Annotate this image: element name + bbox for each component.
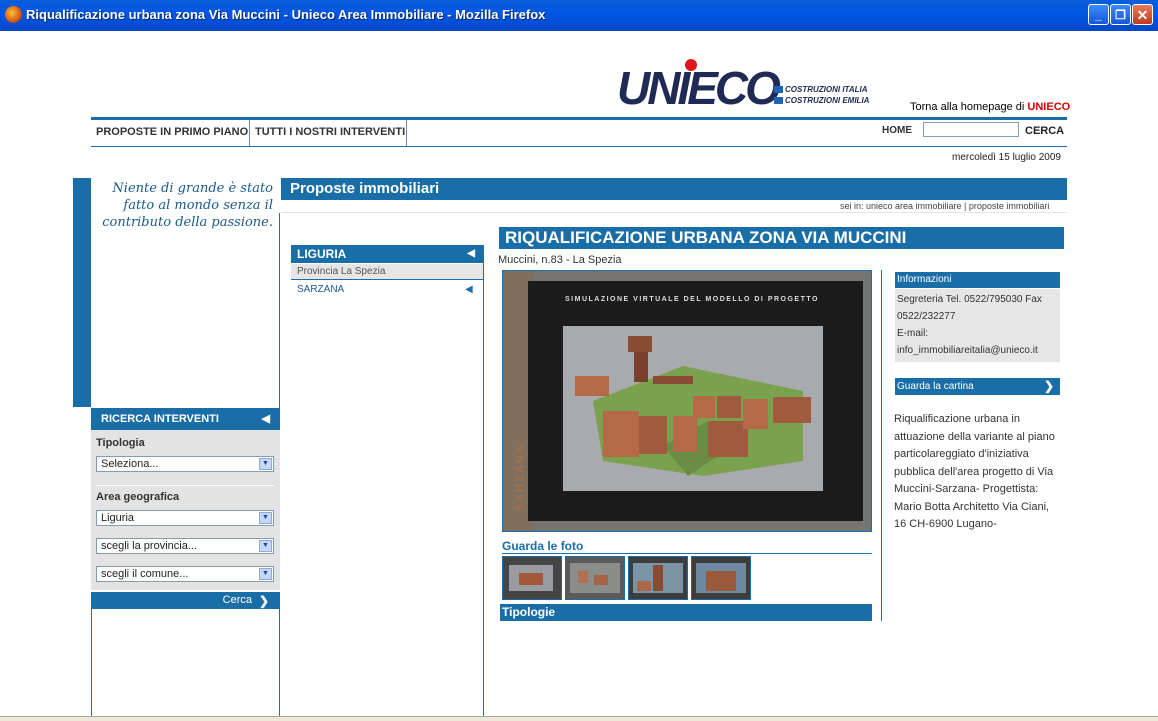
firefox-icon: [5, 6, 22, 23]
map-link-label: Guarda la cartina: [897, 381, 974, 392]
region-select[interactable]: Liguria ▼: [96, 510, 274, 526]
town-link-sarzana[interactable]: SARZANA: [297, 284, 344, 295]
province-label: Provincia La Spezia: [297, 266, 386, 277]
triangle-left-icon: ◀: [261, 413, 270, 425]
nav-top-rule: [91, 117, 1067, 120]
search-input[interactable]: [923, 122, 1019, 137]
rendering-illustration: SIMULAZIONE VIRTUALE DEL MODELLO DI PROG…: [503, 271, 871, 531]
map-link-button[interactable]: Guarda la cartina ❯: [895, 378, 1060, 395]
tipologia-select[interactable]: Seleziona... ▼: [96, 456, 274, 472]
info-email-link[interactable]: info_immobiliareitalia@unieco.it: [897, 342, 1038, 359]
tipologie-header[interactable]: Tipologie: [500, 604, 872, 621]
column-divider: [881, 270, 882, 621]
homepage-link[interactable]: Torna alla homepage di UNIECO: [910, 101, 1070, 113]
search-submit-label: Cerca: [222, 594, 252, 606]
image-side-text: SARZANA: [514, 443, 526, 511]
column-divider: [279, 213, 280, 408]
project-address: Muccini, n.83 - La Spezia: [498, 254, 622, 266]
panel-divider: [96, 485, 274, 486]
breadcrumb-rule: [281, 212, 1067, 213]
search-submit-button[interactable]: Cerca ❯: [91, 592, 280, 609]
photo-thumbnail[interactable]: [502, 556, 562, 600]
quote-accent-bar: [73, 178, 91, 407]
thumbnail-image-3: [629, 557, 687, 599]
nav-separator: [406, 120, 407, 146]
logo-sub1-text: COSTRUZIONI ITALIA: [785, 85, 868, 94]
info-email-label: E-mail:: [897, 328, 929, 339]
breadcrumb[interactable]: sei in: unieco area immobiliare | propos…: [840, 201, 1049, 211]
search-panel-header[interactable]: RICERCA INTERVENTI ◀: [91, 408, 280, 430]
chevron-down-icon[interactable]: ▼: [259, 512, 272, 524]
window-titlebar[interactable]: Riqualificazione urbana zona Via Muccini…: [0, 0, 1158, 31]
column-divider: [483, 245, 484, 720]
info-body: Segreteria Tel. 0522/795030 Fax 0522/232…: [895, 289, 1060, 362]
photos-link[interactable]: Guarda le foto: [502, 539, 583, 553]
area-geografica-label: Area geografica: [96, 491, 180, 503]
region-header[interactable]: LIGURIA ◀: [291, 245, 483, 263]
logo-square-icon: [774, 97, 783, 105]
minimize-icon[interactable]: _: [1088, 4, 1109, 25]
triangle-left-icon[interactable]: ◀: [465, 284, 473, 295]
thumbnail-image-1: [503, 557, 561, 599]
arrow-right-icon: ❯: [258, 594, 269, 608]
thumbnail-image-2: [566, 557, 624, 599]
search-panel-body: Tipologia Seleziona... ▼ Area geografica…: [91, 430, 280, 590]
section-title: Proposte immobiliari: [290, 180, 440, 197]
logo-text: UNIECO: [617, 62, 781, 114]
triangle-left-icon: ◀: [467, 248, 475, 259]
chevron-down-icon[interactable]: ▼: [259, 540, 272, 552]
column-divider: [91, 609, 92, 720]
comune-select[interactable]: scegli il comune... ▼: [96, 566, 274, 582]
chevron-down-icon[interactable]: ▼: [259, 568, 272, 580]
project-main-image[interactable]: SIMULAZIONE VIRTUALE DEL MODELLO DI PROG…: [502, 270, 872, 532]
project-title-bar: RIQUALIFICAZIONE URBANA ZONA VIA MUCCINI: [499, 227, 1064, 249]
photo-thumbnail[interactable]: [565, 556, 625, 600]
province-select[interactable]: scegli la provincia... ▼: [96, 538, 274, 554]
comune-select-value: scegli il comune...: [101, 568, 189, 580]
column-divider: [279, 609, 280, 720]
section-header: Proposte immobiliari: [281, 178, 1067, 200]
home-link[interactable]: HOME: [882, 125, 912, 136]
nav-proposte-primo-piano[interactable]: PROPOSTE IN PRIMO PIANO: [96, 126, 248, 138]
restore-icon[interactable]: ❐: [1110, 4, 1131, 25]
homepage-brand: UNIECO: [1027, 101, 1071, 113]
logo-subtitle-2: COSTRUZIONI EMILIA: [774, 96, 869, 105]
project-title: RIQUALIFICAZIONE URBANA ZONA VIA MUCCINI: [505, 228, 907, 247]
homepage-prefix: Torna alla homepage di: [910, 101, 1028, 113]
search-button[interactable]: CERCA: [1025, 125, 1064, 137]
nav-separator: [249, 120, 250, 146]
project-description: Riqualificazione urbana in attuazione de…: [894, 413, 1055, 530]
quote-text: Niente di grande è stato fatto al mondo …: [102, 181, 273, 230]
logo-square-icon: [774, 86, 783, 94]
tipologia-select-value: Seleziona...: [101, 458, 159, 470]
logo-red-dot: [685, 59, 697, 71]
tipologia-label: Tipologia: [96, 437, 145, 449]
logo-subtitle-1: COSTRUZIONI ITALIA: [774, 85, 868, 94]
photos-rule: [502, 553, 872, 554]
province-item[interactable]: Provincia La Spezia: [291, 264, 483, 280]
tipologie-label: Tipologie: [502, 605, 556, 619]
nav-bottom-rule: [91, 146, 1067, 147]
window-title: Riqualificazione urbana zona Via Muccini…: [26, 7, 546, 22]
photo-thumbnail[interactable]: [628, 556, 688, 600]
search-panel-title: RICERCA INTERVENTI: [101, 413, 219, 425]
info-title: Informazioni: [897, 274, 952, 285]
thumbnail-image-4: [692, 557, 750, 599]
region-name: LIGURIA: [297, 247, 347, 261]
nav-tutti-interventi[interactable]: TUTTI I NOSTRI INTERVENTI: [255, 126, 405, 138]
status-bar: [0, 716, 1158, 721]
logo-sub2-text: COSTRUZIONI EMILIA: [785, 96, 870, 105]
region-select-value: Liguria: [101, 512, 135, 524]
info-phone-line: Segreteria Tel. 0522/795030 Fax: [897, 294, 1042, 305]
arrow-right-icon: ❯: [1043, 379, 1054, 393]
close-icon[interactable]: ✕: [1132, 4, 1153, 25]
chevron-down-icon[interactable]: ▼: [259, 458, 272, 470]
current-date: mercoledì 15 luglio 2009: [952, 152, 1061, 163]
info-header: Informazioni: [895, 272, 1060, 288]
info-fax-line: 0522/232277: [897, 311, 956, 322]
photo-thumbnail[interactable]: [691, 556, 751, 600]
image-caption: SIMULAZIONE VIRTUALE DEL MODELLO DI PROG…: [565, 296, 819, 303]
province-select-value: scegli la provincia...: [101, 540, 197, 552]
